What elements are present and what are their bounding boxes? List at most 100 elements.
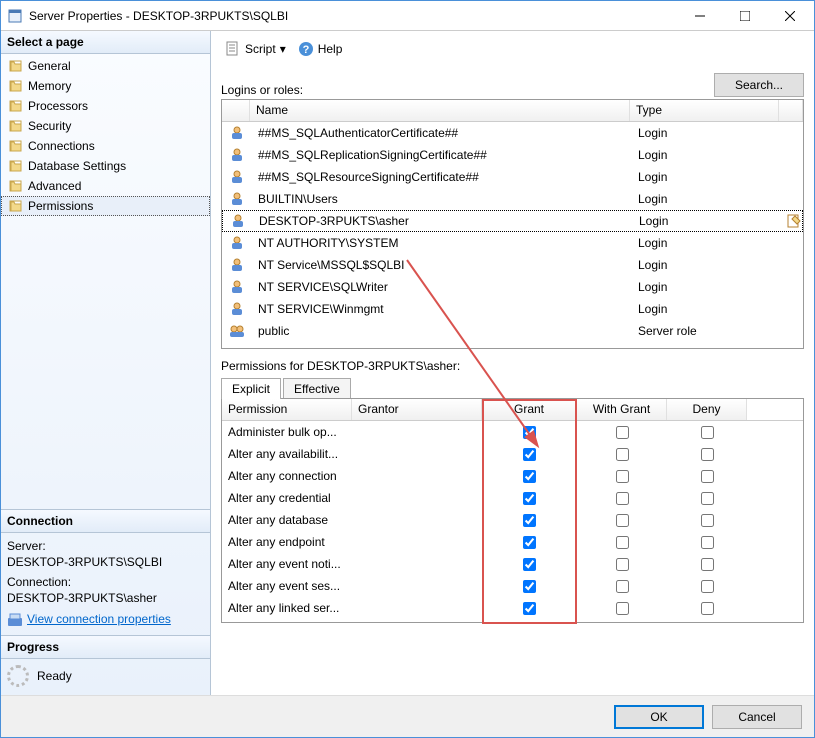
perm-header-grantor[interactable]: Grantor bbox=[352, 399, 482, 420]
page-icon bbox=[8, 98, 24, 114]
with-grant-checkbox[interactable] bbox=[616, 602, 629, 615]
connection-header: Connection bbox=[1, 510, 210, 533]
perm-header-deny[interactable]: Deny bbox=[667, 399, 747, 420]
view-connection-properties-link[interactable]: View connection properties bbox=[27, 612, 171, 626]
page-icon bbox=[8, 58, 24, 74]
tab-explicit[interactable]: Explicit bbox=[221, 378, 281, 399]
minimize-button[interactable] bbox=[677, 2, 722, 30]
grant-checkbox[interactable] bbox=[523, 536, 536, 549]
with-grant-checkbox[interactable] bbox=[616, 558, 629, 571]
perm-header-permission[interactable]: Permission bbox=[222, 399, 352, 420]
progress-header: Progress bbox=[1, 636, 210, 659]
grant-checkbox[interactable] bbox=[523, 580, 536, 593]
permission-row: Alter any event ses... bbox=[222, 575, 803, 597]
deny-checkbox[interactable] bbox=[701, 426, 714, 439]
page-icon bbox=[8, 118, 24, 134]
grant-checkbox[interactable] bbox=[523, 426, 536, 439]
permissions-grid[interactable]: Permission Grantor Grant With Grant Deny… bbox=[221, 398, 804, 623]
permission-row: Alter any database bbox=[222, 509, 803, 531]
login-icon bbox=[222, 257, 252, 273]
tab-effective[interactable]: Effective bbox=[283, 378, 351, 399]
login-icon bbox=[222, 235, 252, 251]
deny-checkbox[interactable] bbox=[701, 602, 714, 615]
connection-value: DESKTOP-3RPUKTS\asher bbox=[7, 591, 204, 605]
sidebar-item-permissions[interactable]: Permissions bbox=[1, 196, 210, 216]
deny-checkbox[interactable] bbox=[701, 536, 714, 549]
with-grant-checkbox[interactable] bbox=[616, 426, 629, 439]
with-grant-checkbox[interactable] bbox=[616, 470, 629, 483]
list-header-name[interactable]: Name bbox=[250, 100, 630, 121]
login-row[interactable]: NT SERVICE\WinmgmtLogin bbox=[222, 298, 803, 320]
login-icon bbox=[222, 191, 252, 207]
grant-checkbox[interactable] bbox=[523, 514, 536, 527]
select-page-header: Select a page bbox=[1, 31, 210, 54]
sidebar-item-general[interactable]: General bbox=[1, 56, 210, 76]
deny-checkbox[interactable] bbox=[701, 580, 714, 593]
login-row[interactable]: BUILTIN\UsersLogin bbox=[222, 188, 803, 210]
permission-row: Alter any endpoint bbox=[222, 531, 803, 553]
with-grant-checkbox[interactable] bbox=[616, 448, 629, 461]
sidebar-item-connections[interactable]: Connections bbox=[1, 136, 210, 156]
sidebar-item-advanced[interactable]: Advanced bbox=[1, 176, 210, 196]
grant-checkbox[interactable] bbox=[523, 558, 536, 571]
sidebar-item-security[interactable]: Security bbox=[1, 116, 210, 136]
connection-label: Connection: bbox=[7, 575, 204, 589]
grant-checkbox[interactable] bbox=[523, 448, 536, 461]
cancel-button[interactable]: Cancel bbox=[712, 705, 802, 729]
page-icon bbox=[8, 78, 24, 94]
script-icon bbox=[225, 41, 241, 57]
page-icon bbox=[8, 158, 24, 174]
login-row[interactable]: ##MS_SQLResourceSigningCertificate##Logi… bbox=[222, 166, 803, 188]
login-row[interactable]: ##MS_SQLReplicationSigningCertificate##L… bbox=[222, 144, 803, 166]
login-icon bbox=[223, 213, 253, 229]
grant-checkbox[interactable] bbox=[523, 602, 536, 615]
edit-icon bbox=[786, 213, 802, 229]
progress-status: Ready bbox=[37, 669, 72, 683]
search-button[interactable]: Search... bbox=[714, 73, 804, 97]
login-icon bbox=[222, 323, 252, 339]
with-grant-checkbox[interactable] bbox=[616, 492, 629, 505]
list-header-type[interactable]: Type bbox=[630, 100, 779, 121]
sidebar-item-memory[interactable]: Memory bbox=[1, 76, 210, 96]
dropdown-arrow-icon: ▾ bbox=[280, 42, 286, 56]
page-icon bbox=[8, 138, 24, 154]
help-icon: ? bbox=[298, 41, 314, 57]
progress-spinner-icon bbox=[7, 665, 29, 687]
with-grant-checkbox[interactable] bbox=[616, 514, 629, 527]
login-row[interactable]: ##MS_SQLAuthenticatorCertificate##Login bbox=[222, 122, 803, 144]
deny-checkbox[interactable] bbox=[701, 558, 714, 571]
script-button[interactable]: Script ▾ bbox=[221, 39, 290, 59]
permissions-for-label: Permissions for DESKTOP-3RPUKTS\asher: bbox=[221, 359, 804, 373]
login-row[interactable]: publicServer role bbox=[222, 320, 803, 342]
deny-checkbox[interactable] bbox=[701, 492, 714, 505]
grant-checkbox[interactable] bbox=[523, 492, 536, 505]
sidebar-item-processors[interactable]: Processors bbox=[1, 96, 210, 116]
deny-checkbox[interactable] bbox=[701, 470, 714, 483]
login-row[interactable]: DESKTOP-3RPUKTS\asherLogin bbox=[222, 210, 803, 232]
ok-button[interactable]: OK bbox=[614, 705, 704, 729]
login-icon bbox=[222, 301, 252, 317]
login-icon bbox=[222, 169, 252, 185]
deny-checkbox[interactable] bbox=[701, 448, 714, 461]
help-button[interactable]: ? Help bbox=[294, 39, 347, 59]
login-row[interactable]: NT Service\MSSQL$SQLBILogin bbox=[222, 254, 803, 276]
grant-checkbox[interactable] bbox=[523, 470, 536, 483]
window-title: Server Properties - DESKTOP-3RPUKTS\SQLB… bbox=[29, 9, 677, 23]
login-row[interactable]: NT SERVICE\SQLWriterLogin bbox=[222, 276, 803, 298]
close-button[interactable] bbox=[767, 2, 812, 30]
logins-list[interactable]: Name Type ##MS_SQLAuthenticatorCertifica… bbox=[221, 99, 804, 349]
permission-row: Alter any availabilit... bbox=[222, 443, 803, 465]
with-grant-checkbox[interactable] bbox=[616, 580, 629, 593]
maximize-button[interactable] bbox=[722, 2, 767, 30]
perm-header-with-grant[interactable]: With Grant bbox=[577, 399, 667, 420]
perm-header-grant[interactable]: Grant bbox=[482, 399, 577, 420]
with-grant-checkbox[interactable] bbox=[616, 536, 629, 549]
sidebar-item-database-settings[interactable]: Database Settings bbox=[1, 156, 210, 176]
permission-row: Administer bulk op... bbox=[222, 421, 803, 443]
permission-row: Alter any credential bbox=[222, 487, 803, 509]
deny-checkbox[interactable] bbox=[701, 514, 714, 527]
svg-text:?: ? bbox=[302, 44, 309, 56]
login-row[interactable]: NT AUTHORITY\SYSTEMLogin bbox=[222, 232, 803, 254]
permission-row: Alter any linked ser... bbox=[222, 597, 803, 619]
server-value: DESKTOP-3RPUKTS\SQLBI bbox=[7, 555, 204, 569]
